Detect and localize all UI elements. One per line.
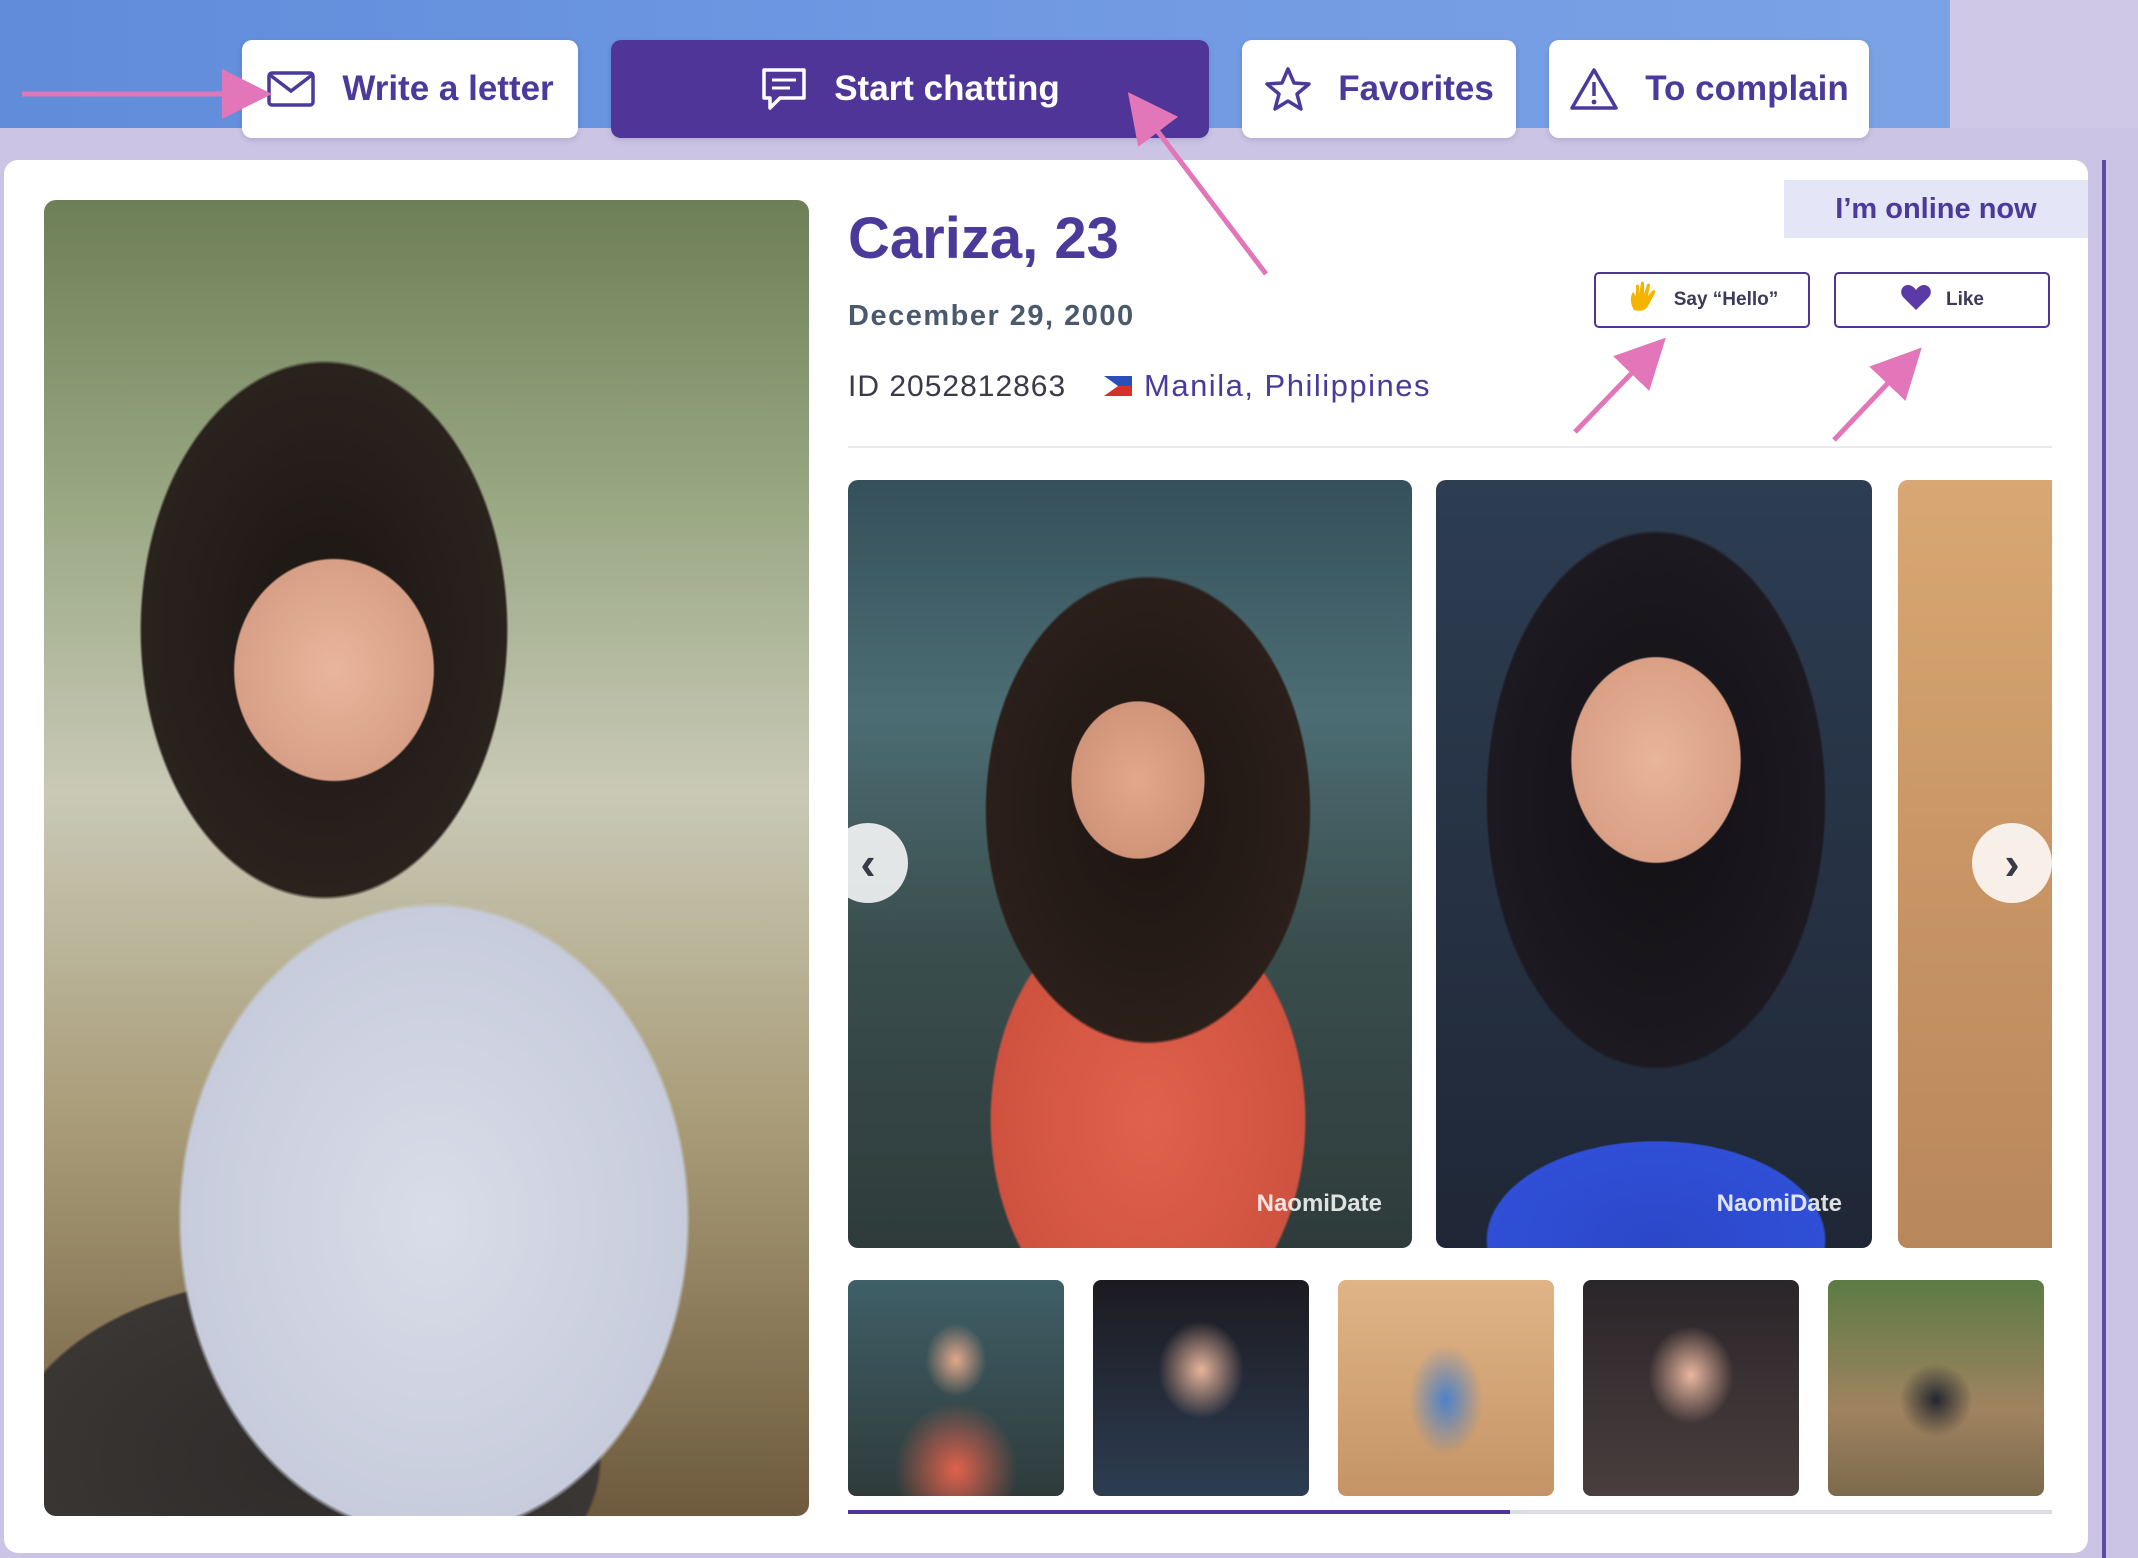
gallery-progress-fill — [848, 1510, 1511, 1514]
profile-id: ID 2052812863 — [848, 370, 1067, 403]
thumbnail-strip — [848, 1280, 2052, 1496]
envelope-icon — [266, 70, 316, 108]
start-chatting-button[interactable]: Start chatting — [611, 40, 1209, 138]
header-divider — [848, 446, 2052, 448]
chevron-right-icon[interactable]: › — [1972, 823, 2052, 903]
gallery-photo[interactable]: NaomiDate — [848, 480, 1412, 1248]
gallery-photo[interactable]: NaomiDate — [1436, 480, 1872, 1248]
header-side-panel — [1950, 0, 2138, 128]
thumbnail[interactable] — [1338, 1280, 1554, 1496]
write-letter-button[interactable]: Write a letter — [242, 40, 578, 138]
location: Manila, Philippines — [1104, 368, 1431, 404]
complain-button[interactable]: To complain — [1549, 40, 1869, 138]
photo-gallery: NaomiDate NaomiDate ‹ › — [848, 480, 2052, 1248]
thumbnail[interactable] — [848, 1280, 1064, 1496]
start-chatting-label: Start chatting — [834, 69, 1060, 108]
gallery-progress-track — [848, 1510, 2052, 1514]
online-status-badge: I’m online now — [1784, 180, 2088, 238]
write-letter-label: Write a letter — [342, 69, 554, 108]
like-button[interactable]: Like — [1834, 272, 2050, 328]
favorites-label: Favorites — [1338, 69, 1494, 108]
say-hello-label: Say “Hello” — [1673, 289, 1779, 310]
location-label: Manila, Philippines — [1144, 368, 1431, 403]
star-icon — [1264, 66, 1312, 112]
like-label: Like — [1945, 289, 1985, 310]
thumbnail[interactable] — [1093, 1280, 1309, 1496]
waving-hand-icon — [1626, 280, 1660, 320]
chat-bubble-icon — [760, 66, 808, 112]
favorites-button[interactable]: Favorites — [1242, 40, 1516, 138]
thumbnail[interactable] — [1583, 1280, 1799, 1496]
warning-icon — [1569, 67, 1619, 111]
watermark: NaomiDate — [1256, 1190, 1382, 1217]
watermark: NaomiDate — [1716, 1190, 1842, 1217]
philippines-flag-icon — [1104, 376, 1132, 396]
profile-name-age: Cariza, 23 — [848, 206, 1119, 271]
complain-label: To complain — [1645, 69, 1849, 108]
heart-icon — [1900, 283, 1932, 317]
birth-date: December 29, 2000 — [848, 300, 1135, 332]
scrollbar[interactable] — [2102, 160, 2106, 1558]
say-hello-button[interactable]: Say “Hello” — [1594, 272, 1810, 328]
profile-card: Cariza, 23 December 29, 2000 ID 20528128… — [4, 160, 2088, 1553]
thumbnail[interactable] — [1828, 1280, 2044, 1496]
main-profile-photo[interactable] — [44, 200, 809, 1516]
